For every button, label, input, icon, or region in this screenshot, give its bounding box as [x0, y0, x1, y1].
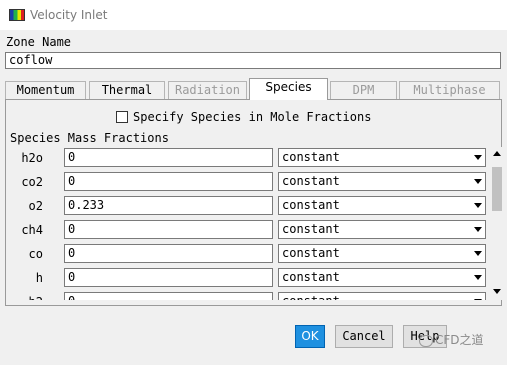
species-row: h2o 0 constant	[0, 148, 490, 168]
species-name: co2	[21, 175, 43, 189]
species-method-value: constant	[282, 198, 340, 212]
app-icon	[9, 9, 25, 21]
scroll-down-icon[interactable]	[493, 289, 501, 294]
species-method-select[interactable]: constant	[278, 268, 486, 287]
species-name: o2	[28, 199, 43, 213]
scrollbar-thumb[interactable]	[492, 167, 502, 211]
scroll-up-icon[interactable]	[493, 151, 501, 156]
species-method-select[interactable]: constant	[278, 220, 486, 239]
species-row: h2 0 constant	[0, 292, 490, 300]
species-value-input[interactable]: 0.233	[64, 196, 273, 215]
species-value-input[interactable]: 0	[64, 172, 273, 191]
species-name: h2	[29, 295, 43, 300]
zone-name-input[interactable]: coflow	[5, 52, 501, 69]
species-row: co2 0 constant	[0, 172, 490, 192]
species-method-value: constant	[282, 174, 340, 188]
watermark-text: CFD之道	[435, 333, 484, 347]
tab-radiation[interactable]: Radiation	[168, 81, 247, 99]
species-value-input[interactable]: 0	[64, 268, 273, 287]
species-method-select[interactable]: constant	[278, 196, 486, 215]
species-mass-fractions-title: Species Mass Fractions	[10, 131, 169, 145]
species-method-select[interactable]: constant	[278, 244, 486, 263]
species-name: h2o	[21, 151, 43, 165]
species-scrollbar[interactable]	[490, 147, 504, 300]
species-value-input[interactable]: 0	[64, 292, 273, 300]
species-method-value: constant	[282, 246, 340, 260]
tab-species[interactable]: Species	[249, 78, 328, 100]
species-row: co 0 constant	[0, 244, 490, 264]
species-method-select[interactable]: constant	[278, 148, 486, 167]
zone-name-label: Zone Name	[6, 35, 72, 49]
species-value-input[interactable]: 0	[64, 148, 273, 167]
tab-multiphase[interactable]: Multiphase	[399, 81, 500, 99]
species-value-input[interactable]: 0	[64, 220, 273, 239]
species-row: o2 0.233 constant	[0, 196, 490, 216]
ok-button[interactable]: OK	[295, 325, 325, 348]
title-bar: Velocity Inlet	[0, 0, 507, 30]
species-row: h 0 constant	[0, 268, 490, 288]
chevron-down-icon	[474, 179, 482, 184]
chevron-down-icon	[474, 155, 482, 160]
velocity-inlet-dialog: Velocity Inlet Zone Name coflow Momentum…	[0, 0, 507, 365]
chevron-down-icon	[474, 275, 482, 280]
species-name: ch4	[21, 223, 43, 237]
species-method-value: constant	[282, 270, 340, 284]
species-name: h	[35, 271, 43, 285]
species-method-value: constant	[282, 294, 340, 300]
species-method-select[interactable]: constant	[278, 292, 486, 300]
species-row: ch4 0 constant	[0, 220, 490, 240]
window-title: Velocity Inlet	[30, 8, 108, 22]
species-method-select[interactable]: constant	[278, 172, 486, 191]
chevron-down-icon	[474, 203, 482, 208]
species-method-value: constant	[282, 150, 340, 164]
species-list: h2o 0 constant co2 0 constant o2 0.233 c…	[0, 147, 490, 300]
watermark: CFD之道	[419, 331, 484, 348]
tab-momentum[interactable]: Momentum	[5, 81, 86, 99]
chevron-down-icon	[474, 227, 482, 232]
cancel-button[interactable]: Cancel	[335, 325, 393, 348]
species-method-value: constant	[282, 222, 340, 236]
species-value-input[interactable]: 0	[64, 244, 273, 263]
species-name: co	[28, 247, 43, 261]
tab-thermal[interactable]: Thermal	[89, 81, 165, 99]
wechat-icon	[419, 334, 433, 347]
chevron-down-icon	[474, 299, 482, 300]
tab-bar: Momentum Thermal Radiation Species DPM M…	[5, 78, 502, 100]
mole-fraction-checkbox[interactable]	[116, 111, 128, 123]
mole-fraction-label: Specify Species in Mole Fractions	[133, 110, 372, 124]
tab-dpm[interactable]: DPM	[330, 81, 397, 99]
chevron-down-icon	[474, 251, 482, 256]
